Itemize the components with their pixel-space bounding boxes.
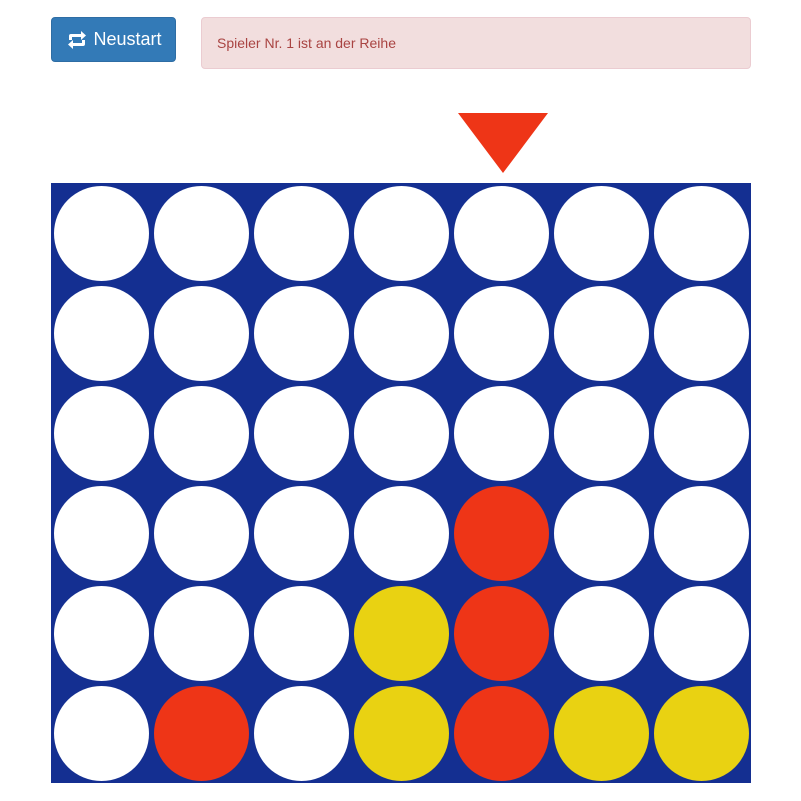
board-cell[interactable] — [51, 583, 151, 683]
empty-slot — [53, 485, 149, 581]
empty-slot — [53, 185, 149, 281]
board-cell[interactable] — [151, 383, 251, 483]
red-disc — [153, 685, 249, 781]
empty-slot — [253, 285, 349, 381]
empty-slot — [253, 185, 349, 281]
red-disc — [453, 585, 549, 681]
empty-slot — [653, 185, 749, 281]
empty-slot — [153, 385, 249, 481]
empty-slot — [353, 385, 449, 481]
board-cell[interactable] — [551, 483, 651, 583]
empty-slot — [253, 485, 349, 581]
board-cell[interactable] — [251, 283, 351, 383]
board-cell[interactable] — [51, 383, 151, 483]
empty-slot — [53, 685, 149, 781]
board-cell[interactable] — [451, 283, 551, 383]
empty-slot — [653, 485, 749, 581]
board-cell[interactable] — [151, 183, 251, 283]
empty-slot — [153, 185, 249, 281]
board-cell[interactable] — [351, 383, 451, 483]
board-cell[interactable] — [351, 483, 451, 583]
empty-slot — [253, 685, 349, 781]
empty-slot — [653, 585, 749, 681]
red-disc — [453, 485, 549, 581]
board-cell[interactable] — [651, 583, 751, 683]
empty-slot — [253, 585, 349, 681]
board-cell[interactable] — [151, 283, 251, 383]
board-cell[interactable] — [51, 483, 151, 583]
board-cell[interactable] — [351, 683, 451, 783]
board-cell[interactable] — [151, 683, 251, 783]
board-cell[interactable] — [251, 583, 351, 683]
yellow-disc — [353, 585, 449, 681]
board-cell[interactable] — [451, 183, 551, 283]
board-cell[interactable] — [251, 483, 351, 583]
board-cell[interactable] — [251, 383, 351, 483]
empty-slot — [353, 185, 449, 281]
empty-slot — [453, 385, 549, 481]
empty-slot — [53, 285, 149, 381]
empty-slot — [153, 485, 249, 581]
board-cell[interactable] — [351, 583, 451, 683]
status-message: Spieler Nr. 1 ist an der Reihe — [217, 35, 396, 51]
status-alert: Spieler Nr. 1 ist an der Reihe — [201, 17, 751, 69]
empty-slot — [153, 285, 249, 381]
empty-slot — [653, 285, 749, 381]
board-cell[interactable] — [51, 683, 151, 783]
drop-indicator-arrow — [458, 113, 548, 173]
empty-slot — [153, 585, 249, 681]
board-cell[interactable] — [251, 683, 351, 783]
board-cell[interactable] — [151, 583, 251, 683]
board-cell[interactable] — [651, 183, 751, 283]
board-cell[interactable] — [551, 283, 651, 383]
retweet-icon — [65, 28, 89, 52]
board-cell[interactable] — [151, 483, 251, 583]
empty-slot — [553, 285, 649, 381]
empty-slot — [553, 485, 649, 581]
empty-slot — [353, 485, 449, 581]
yellow-disc — [653, 685, 749, 781]
board-cell[interactable] — [651, 383, 751, 483]
board-cell[interactable] — [551, 583, 651, 683]
board-cell[interactable] — [51, 283, 151, 383]
board-cell[interactable] — [551, 383, 651, 483]
board-cell[interactable] — [651, 683, 751, 783]
red-disc — [453, 685, 549, 781]
empty-slot — [453, 285, 549, 381]
empty-slot — [453, 185, 549, 281]
board-cell[interactable] — [651, 483, 751, 583]
empty-slot — [553, 185, 649, 281]
empty-slot — [553, 585, 649, 681]
empty-slot — [353, 285, 449, 381]
game-board — [51, 183, 751, 783]
board-cell[interactable] — [651, 283, 751, 383]
board-cell[interactable] — [251, 183, 351, 283]
board-cell[interactable] — [51, 183, 151, 283]
restart-button-label: Neustart — [93, 29, 162, 49]
game-app: Neustart Spieler Nr. 1 ist an der Reihe — [0, 0, 801, 801]
board-cell[interactable] — [451, 483, 551, 583]
empty-slot — [53, 585, 149, 681]
board-cell[interactable] — [351, 283, 451, 383]
empty-slot — [253, 385, 349, 481]
yellow-disc — [553, 685, 649, 781]
board-cell[interactable] — [451, 683, 551, 783]
board-cell[interactable] — [551, 683, 651, 783]
board-cell[interactable] — [451, 583, 551, 683]
empty-slot — [53, 385, 149, 481]
empty-slot — [653, 385, 749, 481]
board-cell[interactable] — [351, 183, 451, 283]
board-cell[interactable] — [551, 183, 651, 283]
restart-button[interactable]: Neustart — [51, 17, 176, 62]
yellow-disc — [353, 685, 449, 781]
empty-slot — [553, 385, 649, 481]
board-cell[interactable] — [451, 383, 551, 483]
